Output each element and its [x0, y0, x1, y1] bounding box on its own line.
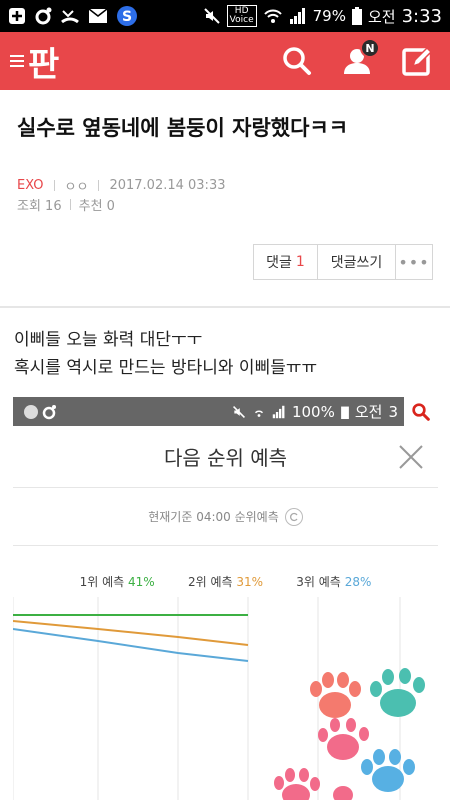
write-button[interactable] [400, 44, 434, 78]
status-ampm: 오전 [367, 7, 396, 26]
embedded-status-bar: 100% 오전 3 [13, 397, 438, 426]
section-divider [0, 306, 450, 308]
write-icon [402, 46, 433, 76]
embedded-legend: 1위 예측 41% 2위 예측 31% 3위 예측 28% [13, 573, 438, 590]
embedded-title: 다음 순위 예측 [163, 446, 288, 470]
svg-text:S: S [122, 9, 132, 25]
mail-icon [88, 8, 108, 24]
battery-percent: 79% [312, 7, 346, 25]
embedded-app-icon [24, 404, 56, 419]
body-line: 이삐들 오늘 화력 대단ㅜㅜ [14, 330, 203, 350]
embedded-mute-icon [232, 405, 245, 418]
more-button[interactable]: ••• [396, 245, 432, 279]
app-header: 판 N [0, 32, 450, 90]
paw-icon-pink-3 [333, 786, 353, 800]
search-icon [412, 402, 430, 421]
meta-divider [98, 180, 100, 191]
post-date: 2017.02.14 03:33 [109, 178, 226, 193]
paw-icon-blue [361, 749, 415, 792]
mute-icon [203, 7, 221, 25]
status-bar: S HD Voice 79% 오전 3:33 [0, 0, 450, 32]
embedded-header: 다음 순위 예측 [13, 426, 438, 488]
paw-icon-pink-2 [274, 768, 320, 800]
legend-label: 2위 예측 [187, 575, 233, 589]
notification-badge: N [360, 38, 380, 58]
add-box-icon [8, 7, 26, 25]
embedded-subtitle: 현재기준 04:00 순위예측 [148, 510, 279, 524]
legend-item-1: 1위 예측 41% [80, 573, 155, 590]
logo-menu-button[interactable]: 판 [10, 37, 59, 86]
search-button[interactable] [280, 44, 314, 78]
embedded-ampm: 오전 [354, 403, 383, 421]
body-line: 혹시를 역시로 만드는 방타니와 이삐들ㅠㅠ [14, 358, 318, 378]
embedded-signal-icon [272, 405, 285, 418]
embedded-subtitle-row: 현재기준 04:00 순위예측 [13, 488, 438, 546]
view-count: 조회 16 [17, 199, 62, 214]
embedded-screenshot[interactable]: 100% 오전 3 다음 순위 예측 현재기준 04:00 순위예측 1위 예측… [13, 397, 438, 800]
legend-item-2: 2위 예측 31% [188, 573, 263, 590]
meta-divider [69, 199, 71, 210]
comment-button[interactable]: 댓글 1 [254, 245, 318, 279]
app-logo: 판 [28, 44, 59, 85]
refresh-icon [284, 507, 303, 526]
embedded-wifi-icon [254, 410, 263, 417]
close-icon [399, 445, 423, 469]
legend-item-3: 3위 예측 28% [296, 573, 371, 590]
embedded-battery: 100% [291, 402, 335, 421]
comment-count: 1 [295, 254, 305, 270]
embedded-search-button [404, 397, 438, 426]
wifi-icon [263, 7, 283, 25]
legend-value: 41% [128, 575, 155, 589]
post-body: 이삐들 오늘 화력 대단ㅜㅜ 혹시를 역시로 만드는 방타니와 이삐들ㅠㅠ [14, 326, 317, 382]
author-extra: ㅇㅇ [64, 180, 89, 195]
post-stats: 조회 16 추천 0 [17, 195, 115, 214]
recommend-count: 추천 0 [78, 199, 115, 214]
missed-call-icon [60, 7, 80, 25]
author-name[interactable]: EXO [17, 178, 44, 193]
legend-label: 3위 예측 [296, 575, 341, 589]
prediction-chart [13, 597, 425, 800]
post-title: 실수로 옆동네에 봄둥이 자랑했다ㅋㅋ [17, 116, 349, 140]
legend-value: 28% [344, 575, 372, 589]
paw-icon-teal [370, 668, 425, 717]
legend-label: 1위 예측 [79, 575, 125, 589]
embedded-time: 3 [388, 402, 398, 421]
app-s-icon: S [116, 5, 138, 27]
post-action-group: 댓글 1 댓글쓰기 ••• [253, 244, 433, 280]
legend-value: 31% [236, 575, 264, 589]
write-comment-button[interactable]: 댓글쓰기 [318, 245, 396, 279]
battery-icon [351, 7, 362, 25]
series-line-3 [13, 628, 249, 662]
meta-divider [53, 180, 55, 191]
post-meta: EXO ㅇㅇ 2017.02.14 03:33 [17, 176, 225, 195]
paw-icon-pink [318, 718, 369, 760]
comment-label: 댓글 [266, 255, 292, 271]
menu-icon [10, 55, 24, 67]
hd-voice-icon: HD Voice [226, 5, 257, 27]
embedded-battery-icon [340, 406, 349, 419]
search-icon [283, 47, 311, 75]
signal-icon [289, 7, 307, 25]
profile-button[interactable]: N [340, 38, 380, 78]
camera-dot-icon [34, 7, 52, 25]
status-time: 3:33 [401, 5, 442, 27]
